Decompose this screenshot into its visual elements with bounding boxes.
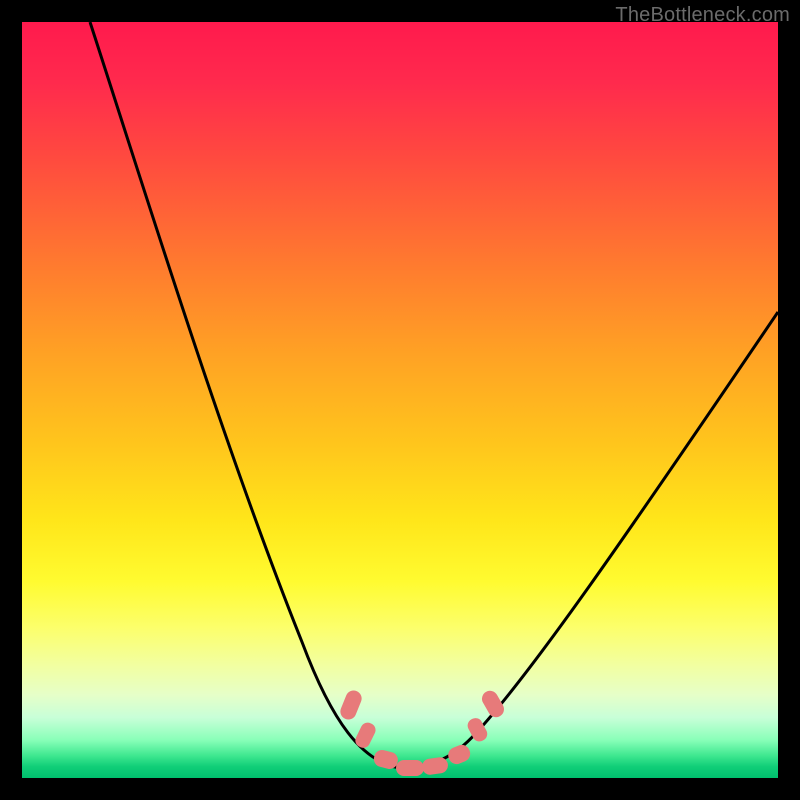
- marker-pill: [338, 688, 364, 722]
- watermark-text: TheBottleneck.com: [615, 4, 790, 27]
- chart-overlay-svg: [22, 22, 778, 778]
- marker-pill: [353, 720, 378, 750]
- curve-right-branch: [400, 312, 778, 768]
- marker-pill: [421, 756, 449, 775]
- curve-left-branch: [90, 22, 400, 768]
- marker-group: [338, 688, 507, 776]
- marker-pill: [396, 760, 424, 776]
- marker-pill: [446, 742, 473, 766]
